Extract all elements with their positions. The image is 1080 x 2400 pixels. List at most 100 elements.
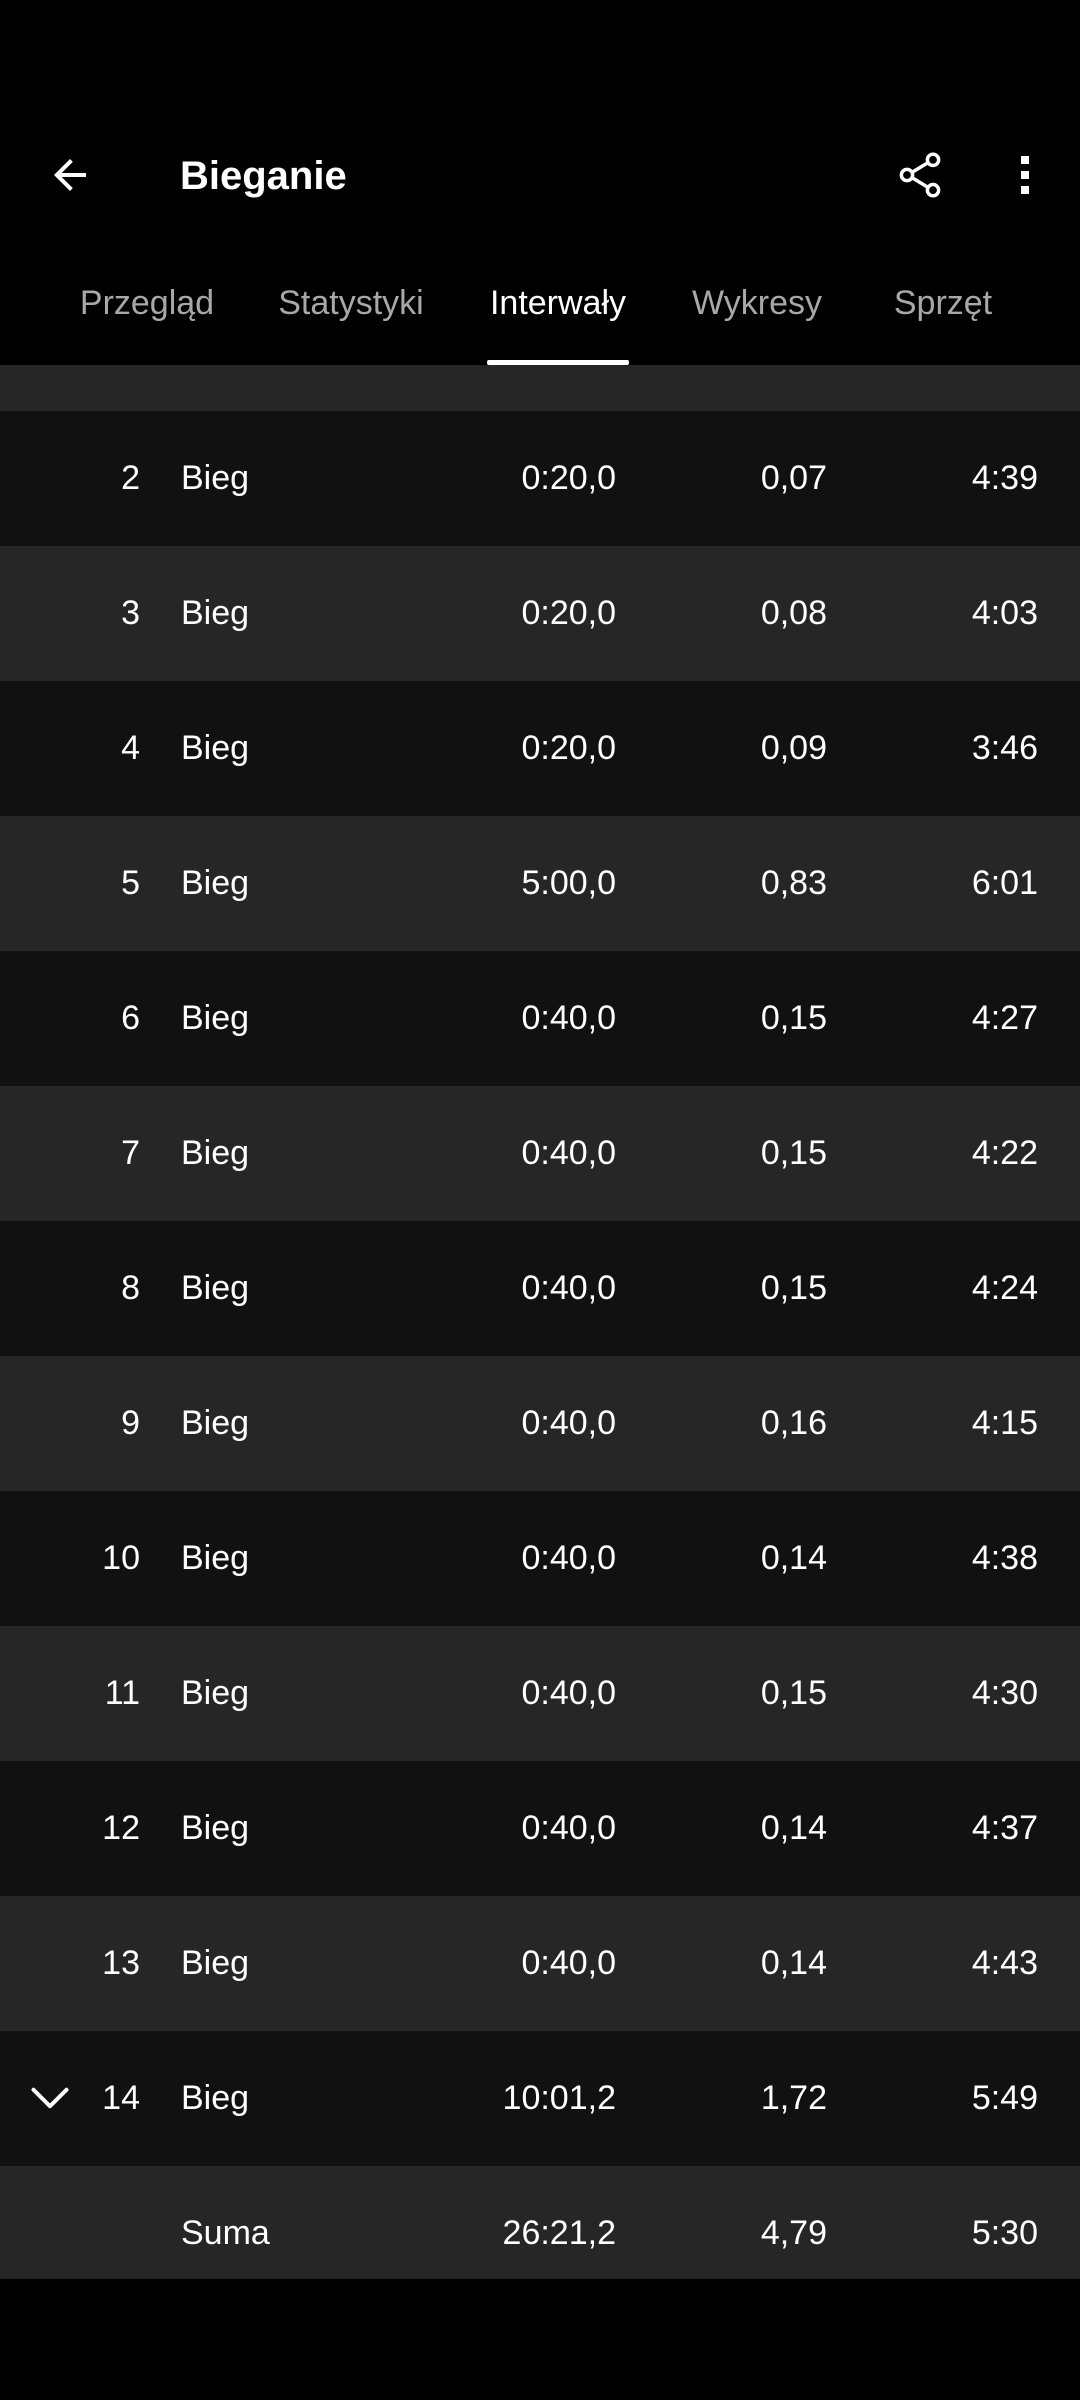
- interval-pace: 5:49: [971, 2079, 1038, 2117]
- interval-number: 2: [121, 459, 140, 497]
- interval-pace: 4:39: [971, 459, 1038, 497]
- interval-type: Bieg: [181, 1944, 250, 1982]
- summary-label: Suma: [181, 2214, 270, 2252]
- interval-row[interactable]: 4 Bieg 0:20,0 0,09 3:46: [0, 681, 1080, 816]
- arrow-back-icon: [54, 159, 86, 191]
- interval-distance: 0,07: [760, 459, 827, 497]
- interval-time: 0:40,0: [521, 1674, 616, 1712]
- tab-przeglad[interactable]: Przegląd: [72, 270, 222, 365]
- interval-time: 0:40,0: [521, 1404, 616, 1442]
- interval-pace: 3:46: [971, 729, 1038, 767]
- interval-time: 0:40,0: [521, 999, 616, 1037]
- interval-row[interactable]: 8 Bieg 0:40,0 0,15 4:24: [0, 1221, 1080, 1356]
- interval-time: 0:20,0: [521, 594, 616, 632]
- interval-row[interactable]: 3 Bieg 0:20,0 0,08 4:03: [0, 546, 1080, 681]
- summary-pace: 5:30: [971, 2214, 1038, 2252]
- interval-row[interactable]: 11 Bieg 0:40,0 0,15 4:30: [0, 1626, 1080, 1761]
- interval-distance: 0,14: [760, 1944, 827, 1982]
- interval-time: 0:20,0: [521, 729, 616, 767]
- interval-type: Bieg: [181, 459, 250, 497]
- share-button[interactable]: [880, 135, 960, 215]
- interval-type: Bieg: [181, 1539, 250, 1577]
- interval-number: 3: [121, 594, 140, 632]
- interval-row[interactable]: 5 Bieg 5:00,0 0,83 6:01: [0, 816, 1080, 951]
- interval-row[interactable]: 6 Bieg 0:40,0 0,15 4:27: [0, 951, 1080, 1086]
- interval-type: Bieg: [181, 1134, 250, 1172]
- tab-wykresy[interactable]: Wykresy: [688, 270, 826, 365]
- interval-number: 9: [121, 1404, 140, 1442]
- interval-distance: 0,16: [760, 1404, 827, 1442]
- interval-distance: 0,15: [760, 1674, 827, 1712]
- interval-time: 0:40,0: [521, 1944, 616, 1982]
- interval-row[interactable]: 9 Bieg 0:40,0 0,16 4:15: [0, 1356, 1080, 1491]
- interval-distance: 0,09: [760, 729, 827, 767]
- intervals-list: 2 Bieg 0:20,0 0,07 4:39 3 Bieg 0:20,0 0,…: [0, 411, 1080, 2279]
- interval-number: 7: [121, 1134, 140, 1172]
- interval-time: 0:20,0: [521, 459, 616, 497]
- interval-type: Bieg: [181, 729, 250, 767]
- interval-type: Bieg: [181, 2079, 250, 2117]
- list-top-edge: [0, 365, 1080, 411]
- interval-type: Bieg: [181, 864, 250, 902]
- interval-distance: 0,15: [760, 999, 827, 1037]
- interval-type: Bieg: [181, 999, 250, 1037]
- interval-type: Bieg: [181, 1809, 250, 1847]
- summary-row: Suma 26:21,2 4,79 5:30: [0, 2166, 1080, 2279]
- interval-time: 10:01,2: [502, 2079, 616, 2117]
- interval-distance: 0,15: [760, 1134, 827, 1172]
- interval-number: 14: [102, 2079, 140, 2117]
- page-title: Bieganie: [180, 154, 347, 198]
- interval-type: Bieg: [181, 1269, 250, 1307]
- interval-pace: 4:15: [971, 1404, 1038, 1442]
- app-bar: Bieganie Przegląd Statystyki Interwały W…: [0, 0, 1080, 365]
- summary-distance: 4,79: [760, 2214, 827, 2252]
- interval-number: 10: [102, 1539, 140, 1577]
- interval-number: 12: [102, 1809, 140, 1847]
- interval-distance: 0,15: [760, 1269, 827, 1307]
- interval-type: Bieg: [181, 1674, 250, 1712]
- interval-pace: 6:01: [971, 864, 1038, 902]
- tab-interwaly[interactable]: Interwały: [487, 270, 629, 365]
- share-icon: [899, 152, 941, 198]
- interval-number: 8: [121, 1269, 140, 1307]
- interval-distance: 0,08: [760, 594, 827, 632]
- interval-pace: 4:27: [971, 999, 1038, 1037]
- interval-row[interactable]: 13 Bieg 0:40,0 0,14 4:43: [0, 1896, 1080, 2031]
- interval-number: 11: [104, 1674, 140, 1712]
- interval-row[interactable]: 2 Bieg 0:20,0 0,07 4:39: [0, 411, 1080, 546]
- chevron-down-icon[interactable]: [20, 2068, 80, 2128]
- interval-pace: 4:37: [971, 1809, 1038, 1847]
- interval-number: 6: [121, 999, 140, 1037]
- tab-sprzet[interactable]: Sprzęt: [888, 270, 998, 365]
- more-vert-icon: [1021, 156, 1029, 194]
- interval-number: 4: [121, 729, 140, 767]
- interval-time: 0:40,0: [521, 1269, 616, 1307]
- interval-time: 0:40,0: [521, 1539, 616, 1577]
- interval-pace: 4:38: [971, 1539, 1038, 1577]
- interval-number: 13: [102, 1944, 140, 1982]
- tab-bar: Przegląd Statystyki Interwały Wykresy Sp…: [0, 270, 1080, 365]
- tab-statystyki[interactable]: Statystyki: [272, 270, 430, 365]
- interval-pace: 4:43: [971, 1944, 1038, 1982]
- interval-distance: 1,72: [760, 2079, 827, 2117]
- interval-row-expandable[interactable]: 14 Bieg 10:01,2 1,72 5:49: [0, 2031, 1080, 2166]
- interval-number: 5: [121, 864, 140, 902]
- summary-time: 26:21,2: [502, 2214, 616, 2252]
- interval-time: 0:40,0: [521, 1809, 616, 1847]
- interval-pace: 4:24: [971, 1269, 1038, 1307]
- interval-type: Bieg: [181, 594, 250, 632]
- interval-distance: 0,14: [760, 1809, 827, 1847]
- interval-type: Bieg: [181, 1404, 250, 1442]
- more-options-button[interactable]: [985, 135, 1065, 215]
- interval-distance: 0,14: [760, 1539, 827, 1577]
- back-button[interactable]: [30, 135, 110, 215]
- interval-time: 5:00,0: [521, 864, 616, 902]
- interval-row[interactable]: 12 Bieg 0:40,0 0,14 4:37: [0, 1761, 1080, 1896]
- interval-pace: 4:30: [971, 1674, 1038, 1712]
- interval-row[interactable]: 7 Bieg 0:40,0 0,15 4:22: [0, 1086, 1080, 1221]
- interval-distance: 0,83: [760, 864, 827, 902]
- interval-row[interactable]: 10 Bieg 0:40,0 0,14 4:38: [0, 1491, 1080, 1626]
- interval-time: 0:40,0: [521, 1134, 616, 1172]
- interval-pace: 4:22: [971, 1134, 1038, 1172]
- interval-pace: 4:03: [971, 594, 1038, 632]
